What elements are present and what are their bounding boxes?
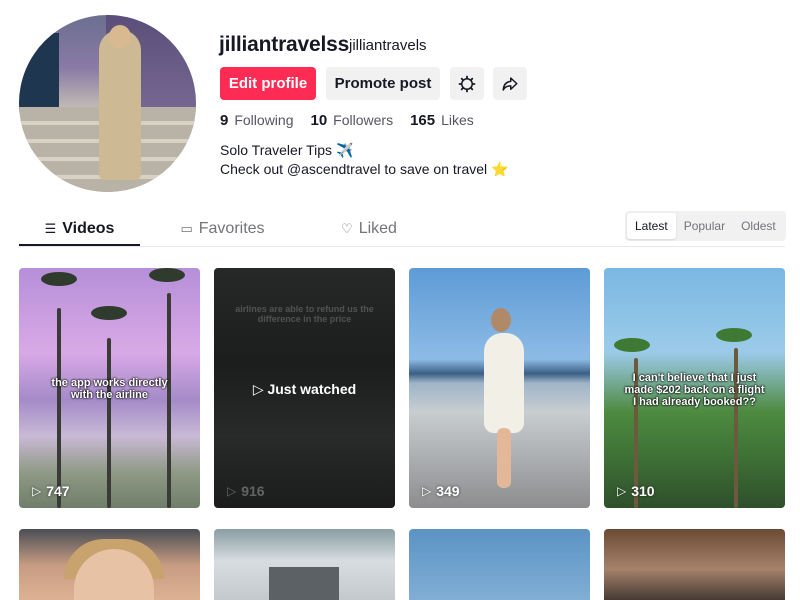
view-count-value: 747 <box>46 483 70 499</box>
video-card[interactable]: I can't believe that I just made $202 ba… <box>604 268 785 508</box>
tab-favorites[interactable]: ▭ Favorites <box>140 213 305 244</box>
view-count-value: 349 <box>436 483 460 499</box>
person-dress <box>484 333 524 433</box>
view-count-value: 916 <box>241 483 265 499</box>
profile-bio: Solo Traveler Tips ✈️ Check out @ascendt… <box>220 141 508 179</box>
tab-liked[interactable]: ♡ Liked <box>305 213 433 244</box>
share-arrow-icon <box>502 76 518 91</box>
video-card[interactable] <box>214 529 395 600</box>
sort-oldest[interactable]: Oldest <box>733 213 784 239</box>
tab-label: Videos <box>62 219 115 237</box>
just-watched-label: ▷ Just watched <box>214 381 395 398</box>
video-card[interactable] <box>19 529 200 600</box>
stat-followers[interactable]: 10 Followers <box>310 112 393 129</box>
palm-frond <box>91 306 127 320</box>
play-icon: ▷ <box>227 484 237 498</box>
tab-label: Liked <box>358 219 397 237</box>
bio-line: Solo Traveler Tips ✈️ <box>220 142 354 158</box>
profile-nickname: jilliantravels <box>349 37 427 54</box>
profile-stats: 9 Following 10 Followers 165 Likes <box>220 112 491 129</box>
video-card[interactable]: airlines are able to refund us the diffe… <box>214 268 395 508</box>
edit-profile-button[interactable]: Edit profile <box>220 67 316 100</box>
promote-post-button[interactable]: Promote post <box>326 67 440 100</box>
stat-value: 165 <box>410 112 436 129</box>
view-count: ▷ 349 <box>422 483 460 499</box>
bio-line: Check out @ascendtravel to save on trave… <box>220 161 509 177</box>
tabs-divider <box>19 246 785 247</box>
view-count: ▷ 916 <box>227 483 265 499</box>
person-head <box>491 308 511 332</box>
gear-icon <box>458 75 476 92</box>
stat-value: 10 <box>310 112 328 129</box>
stat-following[interactable]: 9 Following <box>220 112 293 129</box>
grid-icon: ☰ <box>44 220 57 236</box>
bookmark-icon: ▭ <box>180 220 193 236</box>
video-caption: the app works directly with the airline <box>51 377 168 401</box>
just-watched-text: Just watched <box>267 381 357 397</box>
avatar-person <box>99 30 141 180</box>
video-card[interactable]: the app works directly with the airline … <box>19 268 200 508</box>
tab-videos[interactable]: ☰ Videos <box>19 213 140 244</box>
video-card[interactable] <box>409 529 590 600</box>
play-icon: ▷ <box>32 484 42 498</box>
video-card[interactable] <box>604 529 785 600</box>
palm-frond <box>149 268 185 282</box>
video-caption: I can't believe that I just made $202 ba… <box>624 372 765 408</box>
palm-trunk <box>107 338 111 508</box>
tab-label: Favorites <box>198 219 265 237</box>
heart-icon: ♡ <box>341 220 353 236</box>
stat-likes: 165 Likes <box>410 112 474 129</box>
play-icon: ▷ <box>252 381 268 397</box>
stat-label: Following <box>234 112 294 128</box>
avatar-door <box>19 33 59 113</box>
profile-avatar[interactable] <box>19 15 196 192</box>
sort-segmented-control: Latest Popular Oldest <box>625 211 786 241</box>
view-count: ▷ 310 <box>617 483 655 499</box>
sort-popular[interactable]: Popular <box>676 213 733 239</box>
stat-label: Likes <box>441 112 474 128</box>
settings-button[interactable] <box>450 67 484 100</box>
palm-trunk <box>57 308 61 508</box>
palm-frond <box>41 272 77 286</box>
play-icon: ▷ <box>617 484 627 498</box>
stat-value: 9 <box>220 112 229 129</box>
avatar-head <box>109 25 131 49</box>
sort-latest[interactable]: Latest <box>627 213 676 239</box>
person-legs <box>497 428 511 488</box>
profile-username: jilliantravelss <box>219 33 350 56</box>
stat-label: Followers <box>333 112 394 128</box>
share-profile-button[interactable] <box>493 67 527 100</box>
video-card[interactable]: ▷ 349 <box>409 268 590 508</box>
view-count-value: 310 <box>631 483 655 499</box>
play-icon: ▷ <box>422 484 432 498</box>
view-count: ▷ 747 <box>32 483 70 499</box>
palm-frond <box>614 338 650 352</box>
palm-frond <box>716 328 752 342</box>
profile-tabs: ☰ Videos ▭ Favorites ♡ Liked <box>19 213 433 247</box>
bridge-tower <box>269 567 339 600</box>
